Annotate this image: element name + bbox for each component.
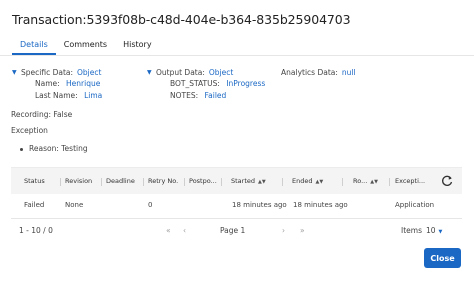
column-header-status[interactable]: Status — [24, 168, 64, 195]
column-header-robot[interactable]: Ro... ▲▼ — [353, 168, 391, 195]
exception-reason-text: Reason: Testing — [29, 144, 88, 153]
chevron-down-icon: ▼ — [438, 229, 443, 235]
first-page-button[interactable]: « — [166, 226, 171, 235]
output-data-label: Output Data: — [156, 68, 205, 77]
cell-retry-no: 0 — [148, 201, 153, 209]
exception-label: Exception — [11, 126, 48, 135]
field-key: BOT_STATUS: — [170, 79, 220, 88]
column-header-robot-label: Ro... — [353, 177, 368, 185]
items-per-page-value: 10 — [426, 226, 436, 235]
field-key: Name: — [35, 79, 60, 88]
bullet-icon — [20, 147, 23, 151]
specific-data-section: ▼ Specific Data: Object Name: Henrique L… — [12, 67, 102, 102]
sort-icon[interactable]: ▲▼ — [258, 179, 266, 185]
output-data-section: ▼ Output Data: Object BOT_STATUS: InProg… — [147, 67, 265, 102]
table-header: Status Revision Deadline Retry No. Postp… — [11, 167, 462, 194]
tab-bar: Details Comments History — [12, 38, 160, 55]
tab-history[interactable]: History — [115, 38, 159, 55]
field-value: Henrique — [66, 79, 101, 88]
exception-reason: Reason: Testing — [20, 144, 88, 153]
column-header-retry-no[interactable]: Retry No. — [148, 168, 184, 195]
chevron-down-icon[interactable]: ▼ — [147, 69, 156, 76]
specific-data-label: Specific Data: — [21, 68, 74, 77]
chevron-down-icon[interactable]: ▼ — [12, 69, 21, 76]
column-header-deadline[interactable]: Deadline — [106, 168, 140, 195]
cell-started: 18 minutes ago — [232, 201, 287, 209]
tab-details[interactable]: Details — [12, 38, 56, 55]
table-row[interactable]: Failed None 0 18 minutes ago 18 minutes … — [11, 194, 462, 219]
cell-status: Failed — [24, 201, 45, 209]
pagination-range: 1 - 10 / 0 — [19, 226, 53, 235]
pagination: 1 - 10 / 0 « ‹ Page 1 › » Items 10 ▼ — [0, 226, 474, 240]
sort-icon[interactable]: ▲▼ — [370, 179, 378, 185]
field-key: NOTES: — [170, 91, 199, 100]
refresh-icon[interactable] — [440, 174, 454, 188]
sort-icon[interactable]: ▲▼ — [315, 179, 323, 185]
column-divider[interactable] — [101, 178, 102, 186]
column-divider[interactable] — [60, 178, 61, 186]
analytics-data-value: null — [341, 68, 356, 77]
last-page-button[interactable]: » — [300, 226, 305, 235]
field-key: Last Name: — [35, 91, 78, 100]
column-header-postponed[interactable]: Postpo... — [189, 168, 219, 195]
field-value: InProgress — [226, 79, 266, 88]
column-header-ended-label: Ended — [292, 177, 313, 185]
page-indicator: Page 1 — [220, 226, 246, 235]
field-row: NOTES: Failed — [147, 90, 265, 102]
cell-exception: Application — [395, 201, 435, 209]
column-header-revision[interactable]: Revision — [65, 168, 99, 195]
cell-ended: 18 minutes ago — [293, 201, 348, 209]
field-value: Failed — [204, 91, 227, 100]
transactions-table: Status Revision Deadline Retry No. Postp… — [11, 167, 462, 219]
output-data-value[interactable]: Object — [209, 68, 233, 77]
cell-revision: None — [65, 201, 84, 209]
specific-data-value[interactable]: Object — [77, 68, 101, 77]
field-row: Last Name: Lima — [12, 90, 102, 102]
column-header-started-label: Started — [231, 177, 256, 185]
items-per-page-label: Items — [401, 226, 422, 235]
tab-comments[interactable]: Comments — [56, 38, 115, 55]
field-row: BOT_STATUS: InProgress — [147, 78, 265, 90]
column-divider[interactable] — [221, 178, 222, 186]
column-header-ended[interactable]: Ended ▲▼ — [292, 168, 342, 195]
column-divider[interactable] — [282, 178, 283, 186]
field-value: Lima — [84, 91, 103, 100]
column-divider[interactable] — [342, 178, 343, 186]
analytics-data-section: Analytics Data: null — [281, 67, 356, 78]
column-divider[interactable] — [143, 178, 144, 186]
column-divider[interactable] — [184, 178, 185, 186]
column-header-exception[interactable]: Excepti... — [395, 168, 437, 195]
field-row: Name: Henrique — [12, 78, 102, 90]
transaction-dialog: Transaction:5393f08b-c48d-404e-b364-835b… — [0, 0, 474, 283]
recording-status: Recording: False — [11, 110, 73, 119]
items-per-page-select[interactable]: 10 ▼ — [426, 226, 448, 235]
close-button[interactable]: Close — [424, 248, 461, 268]
tab-bar-divider — [0, 55, 474, 56]
dialog-title: Transaction:5393f08b-c48d-404e-b364-835b… — [12, 12, 351, 27]
next-page-button[interactable]: › — [282, 226, 285, 235]
previous-page-button[interactable]: ‹ — [183, 226, 186, 235]
column-header-started[interactable]: Started ▲▼ — [231, 168, 287, 195]
analytics-data-label: Analytics Data: — [281, 68, 338, 77]
column-divider[interactable] — [389, 178, 390, 186]
